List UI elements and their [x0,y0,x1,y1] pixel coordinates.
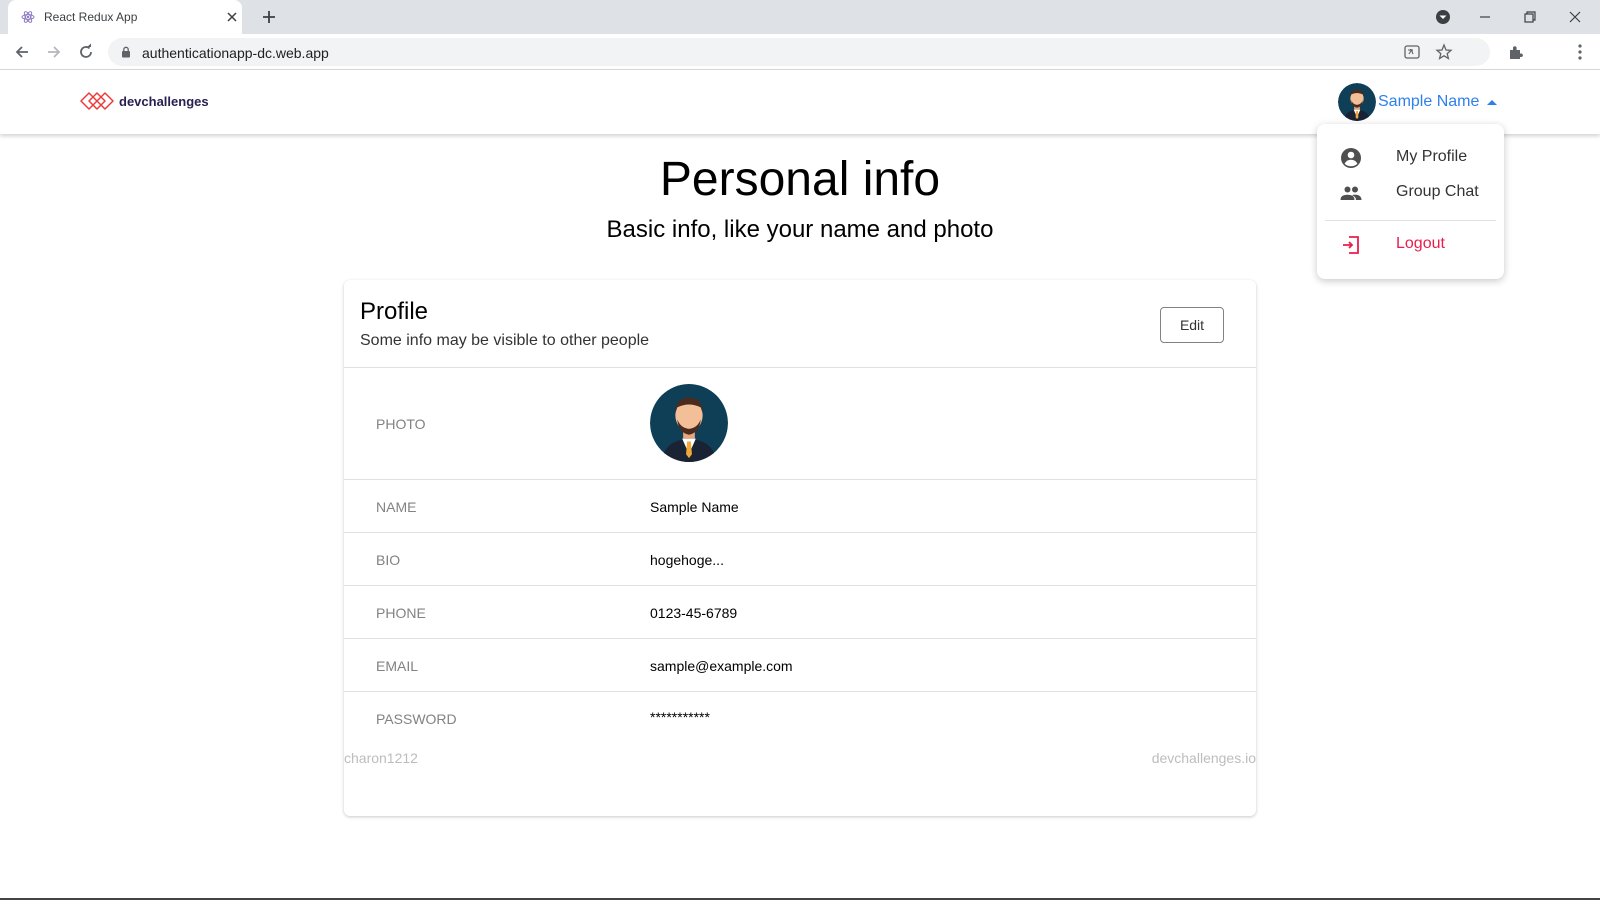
name-value: Sample Name [650,499,739,515]
back-icon[interactable] [12,42,32,62]
menu-divider [1325,220,1496,221]
minimize-icon[interactable] [1474,6,1496,28]
group-icon [1340,186,1362,200]
profile-subtitle: Some info may be visible to other people [360,332,650,349]
name-label: NAME [376,499,417,515]
bio-value: hogehoge... [650,552,724,568]
translate-icon[interactable] [1403,43,1421,61]
footer-site: devchallenges.io [1151,750,1256,766]
react-favicon-icon [21,11,35,23]
photo-label: PHOTO [376,416,426,432]
profile-card-header: Profile Some info may be visible to othe… [344,280,1256,368]
password-label: PASSWORD [376,711,457,727]
menu-item-logout[interactable]: Logout [1317,229,1504,261]
footer-author: charon1212 [344,750,418,766]
profile-row-bio: BIO hogehoge... [344,533,1256,586]
profile-card: Profile Some info may be visible to othe… [344,280,1256,816]
bookmark-star-icon[interactable] [1435,43,1453,61]
profile-row-name: NAME Sample Name [344,480,1256,533]
user-name: Sample Name [1378,93,1480,110]
profile-title: Profile [360,298,429,325]
logout-label: Logout [1396,235,1445,252]
menu-item-group-chat[interactable]: Group Chat [1317,177,1504,209]
extensions-icon[interactable] [1506,42,1526,62]
account-circle-icon [1341,148,1361,168]
user-avatar-icon [1338,83,1376,121]
profile-row-phone: PHONE 0123-45-6789 [344,586,1256,639]
caret-up-icon [1487,99,1498,105]
group-chat-label: Group Chat [1396,183,1479,200]
password-value: *********** [650,709,710,725]
user-dropdown-menu: My Profile Group Chat Logout [1317,124,1504,279]
profile-row-password: PASSWORD *********** [344,692,1256,745]
tab-title: React Redux App [44,10,138,24]
browser-tabstrip: React Redux App [0,0,1600,34]
menu-item-my-profile[interactable]: My Profile [1317,142,1504,174]
logo-text: devchallenges [119,93,209,109]
logout-icon [1343,236,1359,254]
email-label: EMAIL [376,658,419,674]
new-tab-icon[interactable] [260,8,278,26]
profile-row-photo: PHOTO [344,368,1256,480]
restore-icon[interactable] [1519,6,1541,28]
forward-icon[interactable] [44,42,64,62]
edit-button[interactable]: Edit [1160,307,1224,343]
browser-toolbar: authenticationapp-dc.web.app [0,34,1600,70]
profile-photo [650,384,728,462]
devchallenges-logo-icon [80,92,114,110]
phone-label: PHONE [376,605,426,621]
page: devchallenges Sample Name Personal info … [0,70,1600,900]
address-bar[interactable]: authenticationapp-dc.web.app [108,38,1490,66]
more-menu-icon[interactable] [1570,42,1590,62]
url-text: authenticationapp-dc.web.app [142,45,329,61]
bio-label: BIO [376,552,401,568]
reload-icon[interactable] [76,42,96,62]
lock-icon [122,46,130,58]
window-close-icon[interactable] [1564,6,1586,28]
profile-photo-avatar-icon [650,384,728,462]
phone-value: 0123-45-6789 [650,605,738,621]
my-profile-label: My Profile [1396,148,1468,165]
profile-row-email: EMAIL sample@example.com [344,639,1256,692]
browser-tab[interactable]: React Redux App [8,0,242,34]
email-value: sample@example.com [650,658,793,674]
devchallenges-logo[interactable]: devchallenges [79,90,209,112]
close-tab-icon[interactable] [224,9,240,25]
tab-search-icon[interactable] [1432,6,1454,28]
user-menu-button[interactable]: Sample Name [1338,82,1498,122]
avatar [1338,83,1376,121]
